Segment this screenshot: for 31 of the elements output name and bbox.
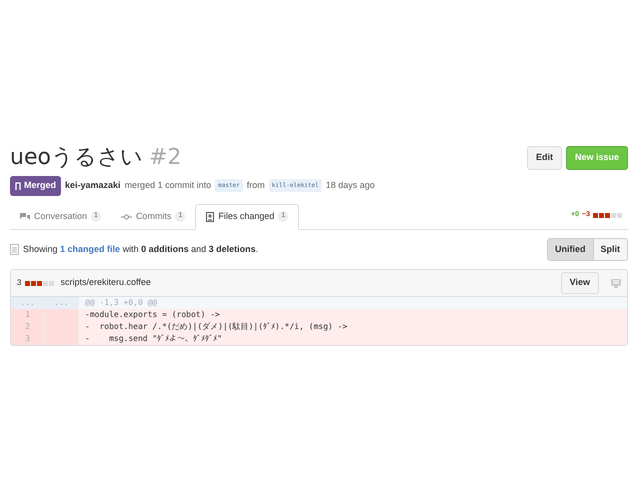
line-number-cell: 1	[11, 309, 45, 321]
from-text: from	[246, 179, 265, 192]
diff-file-icon	[206, 212, 214, 222]
code-line: - robot.hear /.*(だめ)|(ダメ)|(駄目)|(ﾀﾞﾒ).*/i, (msg) ->	[84, 321, 348, 333]
file-icon	[10, 244, 19, 255]
view-toggle-button[interactable]: Unified	[548, 238, 592, 260]
line-number-cell: 3	[11, 333, 45, 345]
line-number-cell: ...	[45, 297, 79, 309]
merge-text: merged 1 commit into	[124, 179, 212, 192]
pr-number: #2	[148, 144, 182, 172]
hunk-header: @@ -1,3 +0,0 @@	[84, 297, 158, 309]
line-number-cell	[45, 309, 79, 321]
merge-icon	[15, 182, 21, 190]
line-number-cell	[45, 333, 79, 345]
merged-badge: Merged	[10, 176, 62, 196]
comment-icon[interactable]	[611, 278, 621, 288]
change-count: 3	[17, 277, 22, 289]
code-line: -module.exports = (robot) ->	[84, 309, 220, 321]
diff-summary: Showing 1 changed file with 0 additions and 3 deletions.	[23, 242, 258, 256]
code-line: - msg.send "ﾀﾞﾒよ～、ﾀﾞﾒﾀﾞﾒ"	[84, 333, 222, 345]
commit-icon	[120, 214, 132, 220]
line-number-cell: ...	[11, 297, 45, 309]
view-toggle-button[interactable]: Split	[592, 238, 627, 260]
timestamp: 18 days ago	[326, 179, 375, 192]
view-button[interactable]: View	[560, 272, 599, 294]
edit-button[interactable]: Edit	[526, 146, 562, 170]
file-path: scripts/erekiteru.coffee	[60, 276, 151, 290]
speech-bubble-icon	[20, 212, 30, 220]
line-number-cell: 2	[11, 321, 45, 333]
author-link[interactable]: kei-yamazaki	[65, 179, 121, 192]
pr-title: ueoうるさい	[10, 144, 143, 172]
